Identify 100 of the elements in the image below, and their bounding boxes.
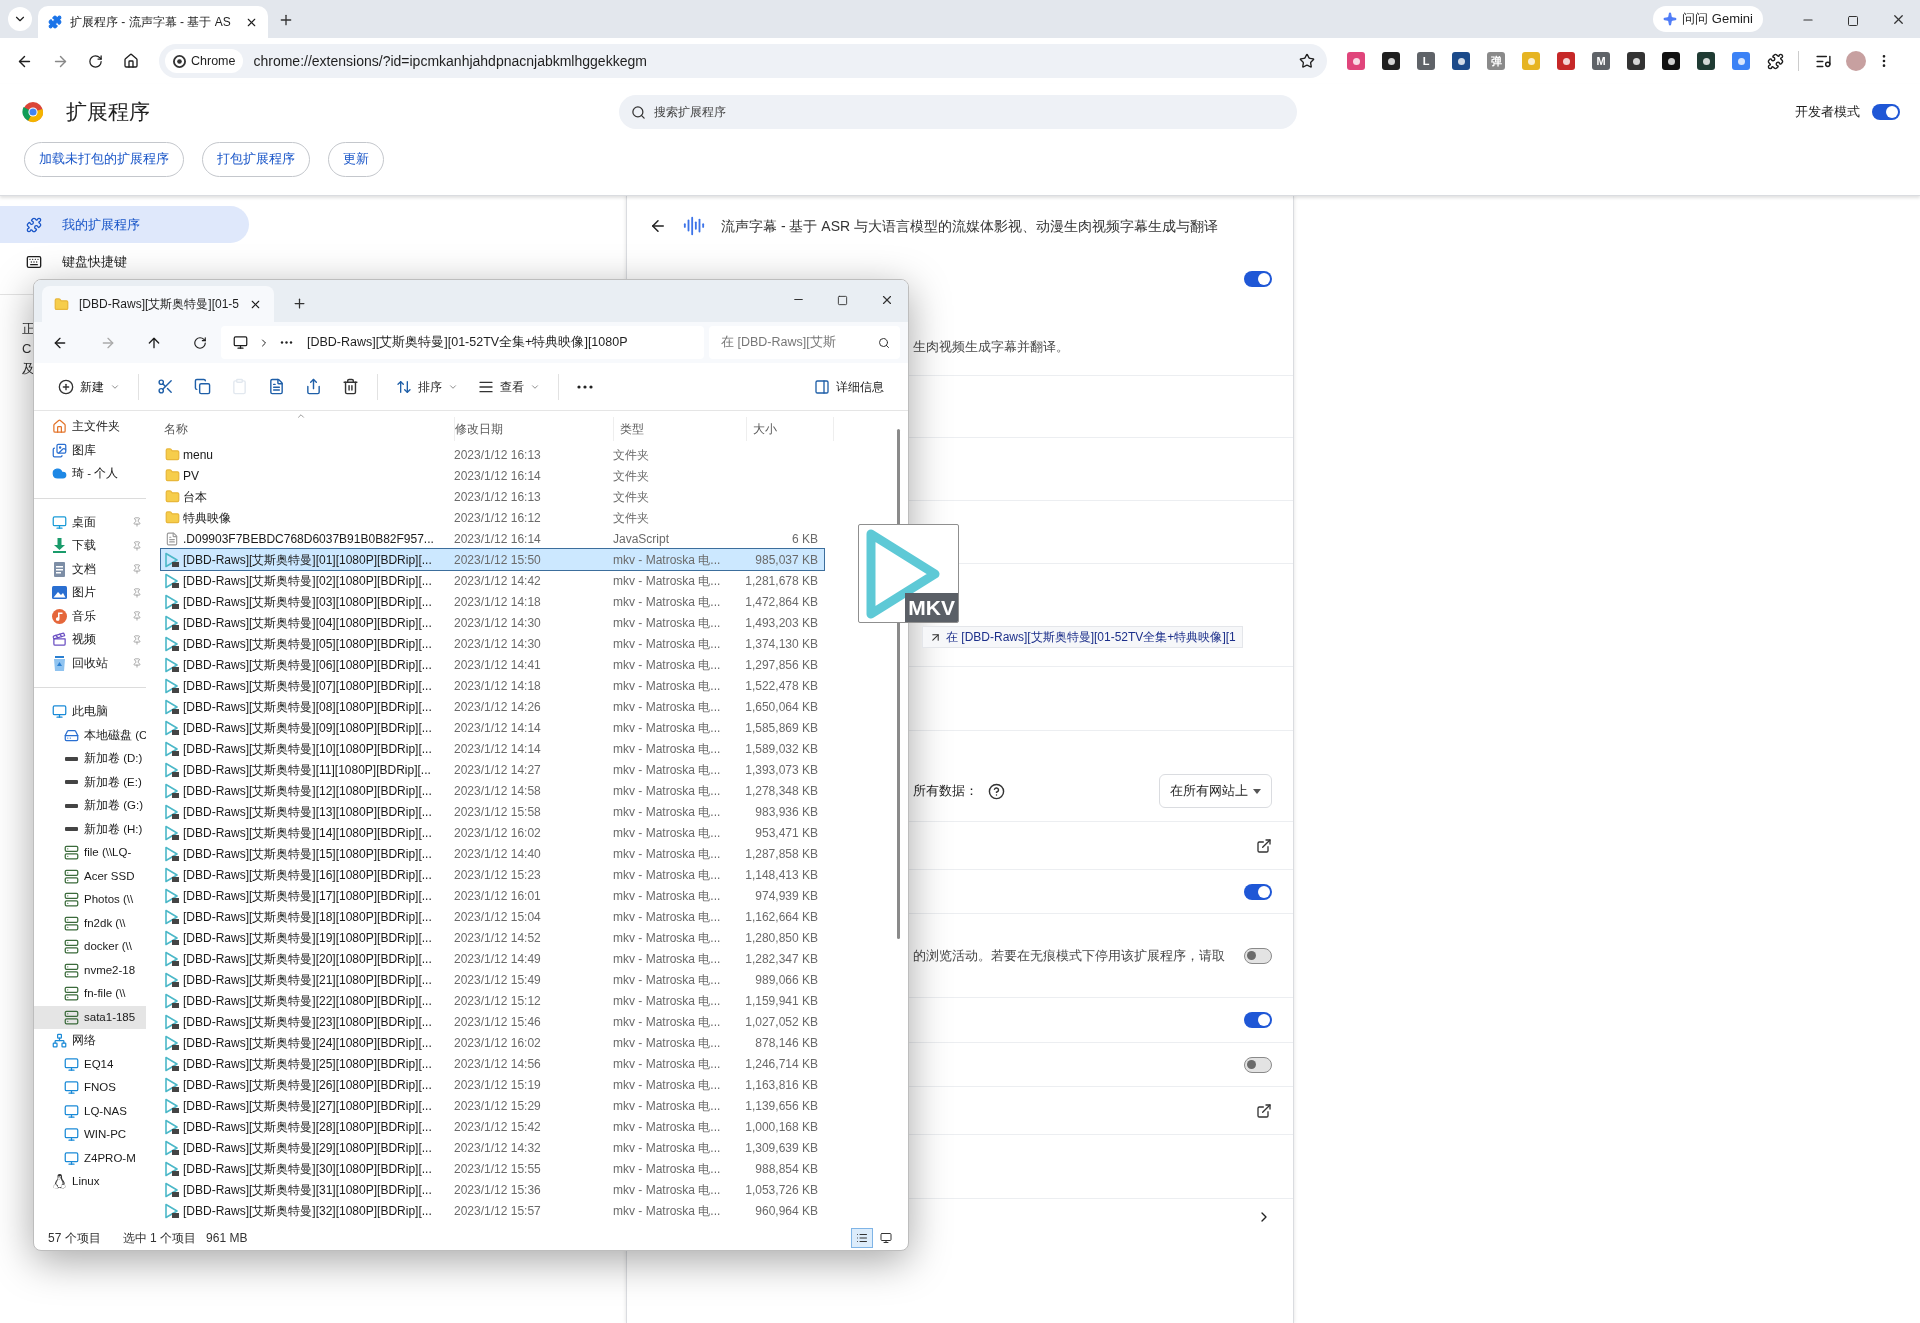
file-row[interactable]: [DBD-Raws][艾斯奥特曼][11][1080P][BDRip][... 2023/1/12 14:27 mkv - Matroska 电... 1,393,073 KB (161, 759, 824, 780)
nav-item[interactable]: 本地磁盘 (C (34, 723, 146, 747)
file-row[interactable]: [DBD-Raws][艾斯奥特曼][29][1080P][BDRip][... 2023/1/12 14:32 mkv - Matroska 电... 1,309,639 KB (161, 1137, 824, 1158)
nav-item[interactable]: 新加卷 (H:) (34, 817, 146, 841)
nav-item[interactable]: EQ14 (34, 1052, 146, 1076)
file-row[interactable]: [DBD-Raws][艾斯奥特曼][07][1080P][BDRip][... 2023/1/12 14:18 mkv - Matroska 电... 1,522,478 KB (161, 675, 824, 696)
command-button[interactable]: 新建 (48, 371, 130, 402)
file-row[interactable]: [DBD-Raws][艾斯奥特曼][04][1080P][BDRip][... 2023/1/12 14:30 mkv - Matroska 电... 1,493,203 KB (161, 612, 824, 633)
file-row[interactable]: [DBD-Raws][艾斯奥特曼][22][1080P][BDRip][... 2023/1/12 15:12 mkv - Matroska 电... 1,159,941 KB (161, 990, 824, 1011)
nav-item[interactable]: 视频 (34, 628, 146, 652)
nav-item[interactable]: 新加卷 (G:) (34, 794, 146, 818)
file-row[interactable]: [DBD-Raws][艾斯奥特曼][14][1080P][BDRip][... 2023/1/12 16:02 mkv - Matroska 电... 953,471 KB (161, 822, 824, 843)
file-row[interactable]: [DBD-Raws][艾斯奥特曼][19][1080P][BDRip][... 2023/1/12 14:52 mkv - Matroska 电... 1,280,850 KB (161, 927, 824, 948)
file-row[interactable]: menu 2023/1/12 16:13 文件夹 (161, 444, 824, 465)
file-row[interactable]: [DBD-Raws][艾斯奥特曼][08][1080P][BDRip][... 2023/1/12 14:26 mkv - Matroska 电... 1,650,064 KB (161, 696, 824, 717)
file-row[interactable]: [DBD-Raws][艾斯奥特曼][13][1080P][BDRip][... 2023/1/12 15:58 mkv - Matroska 电... 983,936 KB (161, 801, 824, 822)
maximize-icon[interactable] (1847, 15, 1859, 27)
nav-item[interactable]: 图库 (34, 438, 146, 462)
sidebar-item[interactable]: 我的扩展程序 (0, 206, 249, 243)
more-icon[interactable] (577, 384, 593, 389)
file-row[interactable]: [DBD-Raws][艾斯奥特曼][25][1080P][BDRip][... 2023/1/12 14:56 mkv - Matroska 电... 1,246,714 KB (161, 1053, 824, 1074)
toggle-switch[interactable] (1244, 271, 1272, 287)
site-access-dropdown[interactable]: 在所有网站上 (1159, 774, 1272, 808)
file-row[interactable]: [DBD-Raws][艾斯奥特曼][03][1080P][BDRip][... 2023/1/12 14:18 mkv - Matroska 电... 1,472,864 KB (161, 591, 824, 612)
file-row[interactable]: [DBD-Raws][艾斯奥特曼][26][1080P][BDRip][... 2023/1/12 15:19 mkv - Matroska 电... 1,163,816 KB (161, 1074, 824, 1095)
help-icon[interactable] (988, 782, 1005, 800)
puzzle-icon[interactable] (1767, 52, 1784, 70)
file-row[interactable]: [DBD-Raws][艾斯奥特曼][32][1080P][BDRip][... 2023/1/12 15:57 mkv - Matroska 电... 960,964 KB (161, 1200, 824, 1221)
command-button[interactable]: 查看 (468, 371, 550, 402)
back-icon[interactable] (649, 217, 667, 235)
nav-item[interactable]: fn-file (\\ (34, 982, 146, 1006)
more-icon[interactable] (280, 341, 293, 344)
file-row[interactable]: PV 2023/1/12 16:14 文件夹 (161, 465, 824, 486)
gemini-button[interactable]: 问问 Gemini (1653, 6, 1763, 32)
extension-icon[interactable] (1662, 52, 1680, 70)
file-row[interactable]: [DBD-Raws][艾斯奥特曼][09][1080P][BDRip][... 2023/1/12 14:14 mkv - Matroska 电... 1,585,869 KB (161, 717, 824, 738)
search-field[interactable]: 搜索扩展程序 (619, 95, 1297, 129)
bookmark-star-icon[interactable] (1299, 53, 1315, 69)
search-input[interactable]: 在 [DBD-Raws][艾斯 (721, 333, 851, 352)
search-input[interactable]: 搜索扩展程序 (654, 103, 1285, 121)
nav-item[interactable]: FNOS (34, 1076, 146, 1100)
maximize-icon[interactable] (837, 295, 848, 306)
extension-icon[interactable] (1697, 52, 1715, 70)
nav-item[interactable]: 图片 (34, 581, 146, 605)
nav-item[interactable]: 新加卷 (E:) (34, 770, 146, 794)
new-tab-icon[interactable] (278, 12, 294, 28)
file-row[interactable]: [DBD-Raws][艾斯奥特曼][23][1080P][BDRip][... 2023/1/12 15:46 mkv - Matroska 电... 1,027,052 KB (161, 1011, 824, 1032)
nav-item[interactable]: Z4PRO-M (34, 1146, 146, 1170)
nav-item[interactable]: LQ-NAS (34, 1099, 146, 1123)
column-header[interactable]: 大小 (746, 416, 834, 441)
file-row[interactable]: [DBD-Raws][艾斯奥特曼][05][1080P][BDRip][... 2023/1/12 14:30 mkv - Matroska 电... 1,374,130 KB (161, 633, 824, 654)
nav-item[interactable]: 此电脑 (34, 700, 146, 724)
nav-item[interactable]: 音乐 (34, 604, 146, 628)
toggle-switch[interactable] (1244, 883, 1272, 900)
extension-icon[interactable] (1452, 52, 1470, 70)
file-row[interactable]: [DBD-Raws][艾斯奥特曼][28][1080P][BDRip][... 2023/1/12 15:42 mkv - Matroska 电... 1,000,168 KB (161, 1116, 824, 1137)
file-row[interactable]: [DBD-Raws][艾斯奥特曼][24][1080P][BDRip][... 2023/1/12 16:02 mkv - Matroska 电... 878,146 KB (161, 1032, 824, 1053)
nav-item[interactable]: 回收站 (34, 651, 146, 675)
path-field[interactable]: [DBD-Raws][艾斯奥特曼][01-52TV全集+特典映像][1080P (221, 326, 704, 359)
file-row[interactable]: 台本 2023/1/12 16:13 文件夹 (161, 486, 824, 507)
file-row[interactable]: [DBD-Raws][艾斯奥特曼][27][1080P][BDRip][... 2023/1/12 15:29 mkv - Matroska 电... 1,139,656 KB (161, 1095, 824, 1116)
file-row[interactable]: [DBD-Raws][艾斯奥特曼][18][1080P][BDRip][... 2023/1/12 15:04 mkv - Matroska 电... 1,162,664 KB (161, 906, 824, 927)
sidebar-item[interactable]: 键盘快捷键 (0, 243, 249, 280)
details-view-button[interactable] (851, 1227, 873, 1248)
nav-item[interactable]: 琦 - 个人 (34, 462, 146, 486)
file-row[interactable]: [DBD-Raws][艾斯奥特曼][12][1080P][BDRip][... 2023/1/12 14:58 mkv - Matroska 电... 1,278,348 KB (161, 780, 824, 801)
site-chip[interactable]: Chrome (165, 49, 244, 73)
toggle-switch[interactable] (1244, 1012, 1272, 1028)
browser-tab[interactable]: 扩展程序 - 流声字幕 - 基于 AS (38, 6, 268, 38)
file-row[interactable]: [DBD-Raws][艾斯奥特曼][02][1080P][BDRip][... 2023/1/12 14:42 mkv - Matroska 电... 1,281,678 KB (161, 570, 824, 591)
nav-item[interactable]: 主文件夹 (34, 415, 146, 439)
nav-item[interactable]: Acer SSD (34, 864, 146, 888)
tab-search-button[interactable] (8, 7, 32, 31)
column-header[interactable]: 名称 (161, 416, 454, 441)
extension-icon[interactable] (1627, 52, 1645, 70)
nav-item[interactable]: 桌面 (34, 510, 146, 534)
file-row[interactable]: [DBD-Raws][艾斯奥特曼][16][1080P][BDRip][... 2023/1/12 15:23 mkv - Matroska 电... 1,148,413 KB (161, 864, 824, 885)
nav-item[interactable]: Linux (34, 1170, 146, 1194)
address-bar[interactable]: Chrome chrome://extensions/?id=ipcmkanhjahdpnacnjabkmlhggekkegm (159, 44, 1327, 78)
extension-icon[interactable]: M (1592, 52, 1610, 70)
nav-item[interactable]: docker (\\ (34, 935, 146, 959)
extension-icon[interactable]: L (1417, 52, 1435, 70)
refresh-icon[interactable] (193, 335, 207, 350)
close-icon[interactable] (880, 293, 894, 307)
file-row[interactable]: 特典映像 2023/1/12 16:12 文件夹 (161, 507, 824, 528)
extension-icon[interactable] (1382, 52, 1400, 70)
file-row[interactable]: [DBD-Raws][艾斯奥特曼][31][1080P][BDRip][... 2023/1/12 15:36 mkv - Matroska 电... 1,053,726 KB (161, 1179, 824, 1200)
new-tab-icon[interactable] (292, 296, 307, 311)
nav-item[interactable]: 文档 (34, 557, 146, 581)
nav-item[interactable]: 网络 (34, 1029, 146, 1053)
file-row[interactable]: [DBD-Raws][艾斯奥特曼][21][1080P][BDRip][... 2023/1/12 15:49 mkv - Matroska 电... 989,066 KB (161, 969, 824, 990)
explorer-tab[interactable]: [DBD-Raws][艾斯奥特曼][01-5 (42, 286, 274, 322)
external-link-icon[interactable] (1256, 1102, 1272, 1119)
nav-item[interactable]: Photos (\\ (34, 888, 146, 912)
toggle-switch[interactable] (1244, 1056, 1272, 1073)
nav-item[interactable]: 新加卷 (D:) (34, 747, 146, 771)
nav-item[interactable]: WIN-PC (34, 1123, 146, 1147)
nav-item[interactable]: 下载 (34, 534, 146, 558)
home-icon[interactable] (123, 53, 139, 69)
file-row[interactable]: [DBD-Raws][艾斯奥特曼][20][1080P][BDRip][... 2023/1/12 14:49 mkv - Matroska 电... 1,282,347 KB (161, 948, 824, 969)
